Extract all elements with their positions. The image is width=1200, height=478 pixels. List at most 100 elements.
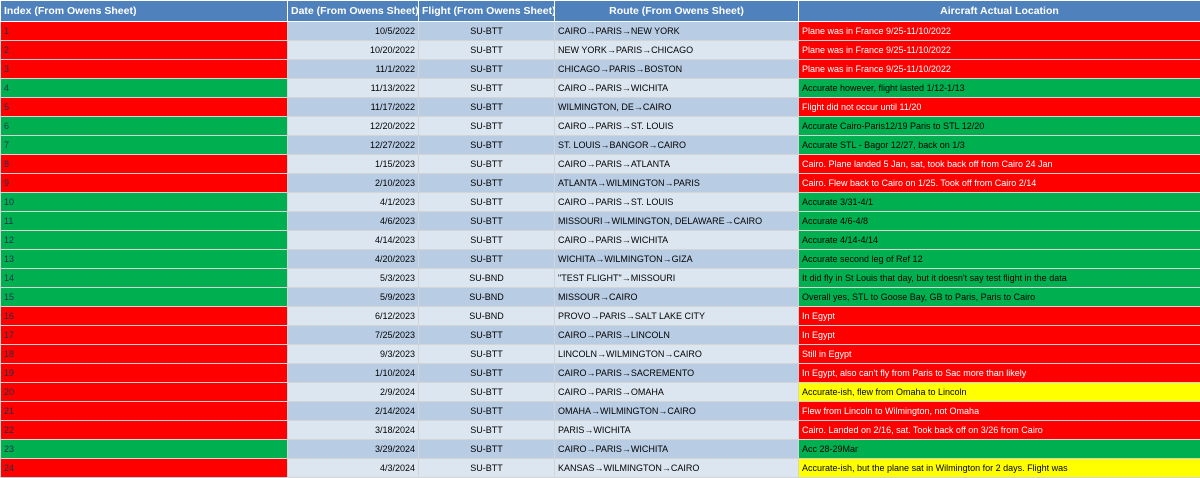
- flight-cell[interactable]: SU-BTT: [419, 421, 555, 440]
- index-cell[interactable]: 15: [1, 288, 288, 307]
- flight-cell[interactable]: SU-BND: [419, 288, 555, 307]
- date-cell[interactable]: 1/15/2023: [288, 155, 419, 174]
- route-cell[interactable]: CAIRO→PARIS→OMAHA: [555, 383, 799, 402]
- location-cell[interactable]: Accurate STL - Bagor 12/27, back on 1/3: [799, 136, 1200, 155]
- route-cell[interactable]: MISSOUR→CAIRO: [555, 288, 799, 307]
- date-cell[interactable]: 12/20/2022: [288, 117, 419, 136]
- flight-cell[interactable]: SU-BTT: [419, 345, 555, 364]
- flight-cell[interactable]: SU-BTT: [419, 79, 555, 98]
- location-cell[interactable]: Plane was in France 9/25-11/10/2022: [799, 41, 1200, 60]
- location-cell[interactable]: Cairo. Flew back to Cairo on 1/25. Took …: [799, 174, 1200, 193]
- route-cell[interactable]: OMAHA→WILMINGTON→CAIRO: [555, 402, 799, 421]
- route-cell[interactable]: CAIRO→PARIS→LINCOLN: [555, 326, 799, 345]
- location-cell[interactable]: Accurate-ish, but the plane sat in Wilmi…: [799, 459, 1200, 478]
- route-cell[interactable]: CHICAGO→PARIS→BOSTON: [555, 60, 799, 79]
- index-cell[interactable]: 23: [1, 440, 288, 459]
- flight-cell[interactable]: SU-BTT: [419, 231, 555, 250]
- route-cell[interactable]: CAIRO→PARIS→SACREMENTO: [555, 364, 799, 383]
- date-cell[interactable]: 4/6/2023: [288, 212, 419, 231]
- date-cell[interactable]: 5/9/2023: [288, 288, 419, 307]
- date-cell[interactable]: 11/17/2022: [288, 98, 419, 117]
- route-cell[interactable]: WILMINGTON, DE→CAIRO: [555, 98, 799, 117]
- location-cell[interactable]: In Egypt, also can't fly from Paris to S…: [799, 364, 1200, 383]
- route-cell[interactable]: PROVO→PARIS→SALT LAKE CITY: [555, 307, 799, 326]
- date-cell[interactable]: 7/25/2023: [288, 326, 419, 345]
- route-cell[interactable]: ATLANTA→WILMINGTON→PARIS: [555, 174, 799, 193]
- location-cell[interactable]: Accurate 4/14-4/14: [799, 231, 1200, 250]
- route-cell[interactable]: KANSAS→WILMINGTON→CAIRO: [555, 459, 799, 478]
- flight-cell[interactable]: SU-BTT: [419, 250, 555, 269]
- date-cell[interactable]: 10/5/2022: [288, 22, 419, 41]
- location-cell[interactable]: Flew from Lincoln to Wilmington, not Oma…: [799, 402, 1200, 421]
- flight-cell[interactable]: SU-BTT: [419, 212, 555, 231]
- flight-cell[interactable]: SU-BTT: [419, 136, 555, 155]
- flight-cell[interactable]: SU-BTT: [419, 440, 555, 459]
- index-cell[interactable]: 17: [1, 326, 288, 345]
- index-cell[interactable]: 8: [1, 155, 288, 174]
- location-cell[interactable]: Accurate second leg of Ref 12: [799, 250, 1200, 269]
- date-cell[interactable]: 3/18/2024: [288, 421, 419, 440]
- location-cell[interactable]: In Egypt: [799, 307, 1200, 326]
- index-cell[interactable]: 18: [1, 345, 288, 364]
- date-cell[interactable]: 4/3/2024: [288, 459, 419, 478]
- route-cell[interactable]: MISSOURI→WILMINGTON, DELAWARE→CAIRO: [555, 212, 799, 231]
- route-cell[interactable]: PARIS→WICHITA: [555, 421, 799, 440]
- index-cell[interactable]: 19: [1, 364, 288, 383]
- flight-cell[interactable]: SU-BTT: [419, 41, 555, 60]
- route-cell[interactable]: ST. LOUIS→BANGOR→CAIRO: [555, 136, 799, 155]
- header-location[interactable]: Aircraft Actual Location: [799, 1, 1200, 22]
- flight-cell[interactable]: SU-BTT: [419, 117, 555, 136]
- index-cell[interactable]: 11: [1, 212, 288, 231]
- location-cell[interactable]: Cairo. Landed on 2/16, sat. Took back of…: [799, 421, 1200, 440]
- date-cell[interactable]: 3/29/2024: [288, 440, 419, 459]
- index-cell[interactable]: 16: [1, 307, 288, 326]
- date-cell[interactable]: 11/1/2022: [288, 60, 419, 79]
- location-cell[interactable]: Accurate however, flight lasted 1/12-1/1…: [799, 79, 1200, 98]
- index-cell[interactable]: 14: [1, 269, 288, 288]
- date-cell[interactable]: 4/20/2023: [288, 250, 419, 269]
- index-cell[interactable]: 13: [1, 250, 288, 269]
- date-cell[interactable]: 4/14/2023: [288, 231, 419, 250]
- flight-cell[interactable]: SU-BTT: [419, 383, 555, 402]
- flight-cell[interactable]: SU-BTT: [419, 364, 555, 383]
- location-cell[interactable]: Accurate 3/31-4/1: [799, 193, 1200, 212]
- location-cell[interactable]: Accurate-ish, flew from Omaha to Lincoln: [799, 383, 1200, 402]
- route-cell[interactable]: WICHITA→WILMINGTON→GIZA: [555, 250, 799, 269]
- date-cell[interactable]: 9/3/2023: [288, 345, 419, 364]
- flight-cell[interactable]: SU-BTT: [419, 155, 555, 174]
- location-cell[interactable]: In Egypt: [799, 326, 1200, 345]
- location-cell[interactable]: Still in Egypt: [799, 345, 1200, 364]
- index-cell[interactable]: 12: [1, 231, 288, 250]
- date-cell[interactable]: 1/10/2024: [288, 364, 419, 383]
- flight-cell[interactable]: SU-BTT: [419, 402, 555, 421]
- flight-cell[interactable]: SU-BTT: [419, 459, 555, 478]
- index-cell[interactable]: 4: [1, 79, 288, 98]
- route-cell[interactable]: LINCOLN→WILMINGTON→CAIRO: [555, 345, 799, 364]
- index-cell[interactable]: 21: [1, 402, 288, 421]
- flight-cell[interactable]: SU-BTT: [419, 193, 555, 212]
- header-flight[interactable]: Flight (From Owens Sheet): [419, 1, 555, 22]
- location-cell[interactable]: Flight did not occur until 11/20: [799, 98, 1200, 117]
- date-cell[interactable]: 6/12/2023: [288, 307, 419, 326]
- location-cell[interactable]: Acc 28-29Mar: [799, 440, 1200, 459]
- header-date[interactable]: Date (From Owens Sheet): [288, 1, 419, 22]
- route-cell[interactable]: CAIRO→PARIS→ST. LOUIS: [555, 117, 799, 136]
- route-cell[interactable]: NEW YORK→PARIS→CHICAGO: [555, 41, 799, 60]
- date-cell[interactable]: 12/27/2022: [288, 136, 419, 155]
- route-cell[interactable]: CAIRO→PARIS→WICHITA: [555, 231, 799, 250]
- header-route[interactable]: Route (From Owens Sheet): [555, 1, 799, 22]
- index-cell[interactable]: 3: [1, 60, 288, 79]
- location-cell[interactable]: Plane was in France 9/25-11/10/2022: [799, 22, 1200, 41]
- route-cell[interactable]: CAIRO→PARIS→ST. LOUIS: [555, 193, 799, 212]
- location-cell[interactable]: It did fly in St Louis that day, but it …: [799, 269, 1200, 288]
- index-cell[interactable]: 20: [1, 383, 288, 402]
- location-cell[interactable]: Accurate 4/6-4/8: [799, 212, 1200, 231]
- route-cell[interactable]: CAIRO→PARIS→ATLANTA: [555, 155, 799, 174]
- index-cell[interactable]: 2: [1, 41, 288, 60]
- date-cell[interactable]: 2/14/2024: [288, 402, 419, 421]
- flight-cell[interactable]: SU-BND: [419, 269, 555, 288]
- location-cell[interactable]: Cairo. Plane landed 5 Jan, sat, took bac…: [799, 155, 1200, 174]
- index-cell[interactable]: 24: [1, 459, 288, 478]
- date-cell[interactable]: 5/3/2023: [288, 269, 419, 288]
- date-cell[interactable]: 10/20/2022: [288, 41, 419, 60]
